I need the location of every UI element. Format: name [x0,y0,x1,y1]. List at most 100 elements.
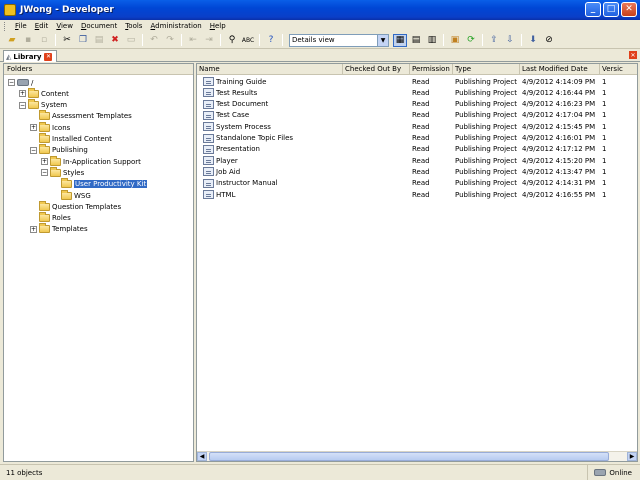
tree-item[interactable]: Question Templates [30,200,121,212]
tree-item[interactable]: − / [8,77,33,88]
table-row[interactable]: Test Results Read Publishing Project 4/9/20… [197,87,637,98]
split-horizontal-icon[interactable]: ▤ [409,34,423,47]
table-row[interactable]: System Process Read Publishing Project 4/9/… [197,121,637,132]
expand-icon[interactable]: + [19,90,26,98]
window-title: JWong - Developer [20,5,114,15]
tree-item[interactable]: User Productivity Kit [52,178,148,190]
menu-file[interactable]: File [11,22,31,30]
column-header[interactable]: Last Modified Date [520,64,600,75]
toolbar-separator [181,34,182,46]
tab-library[interactable]: ◭ Library ✕ [3,50,57,62]
blank-icon[interactable]: ▫ [37,34,51,47]
spellcheck-icon[interactable]: ABC [241,34,255,47]
view-select[interactable]: Details view ▼ [289,33,389,47]
table-cell: Read [412,99,453,110]
tree-item[interactable]: Roles [30,212,71,224]
cell-text: Publishing Project [455,100,517,109]
copy-icon[interactable]: ❐ [76,34,90,47]
expand-icon[interactable]: + [30,124,37,132]
table-row[interactable]: Standalone Topic Files Read Publishing Pro… [197,133,637,144]
find-icon[interactable]: ⚲ [225,34,239,47]
column-header[interactable]: Versic [600,64,637,75]
check-out-icon[interactable]: ⇪ [487,34,501,47]
paste-icon[interactable]: ▤ [92,34,106,47]
folder-icon [61,178,72,189]
expand-icon[interactable]: + [41,158,48,166]
scroll-left-icon[interactable]: ◀ [197,452,207,461]
table-row[interactable]: Player Read Publishing Project 4/9/2012 4:1… [197,155,637,166]
refresh-icon[interactable]: ⟳ [464,34,478,47]
column-header[interactable]: Permission [410,64,453,75]
collapse-icon[interactable]: − [19,101,26,109]
scroll-thumb[interactable] [209,452,609,461]
open-folder-icon[interactable]: ▰ [5,34,19,47]
tab-close-icon[interactable]: ✕ [44,52,53,61]
redo-icon[interactable]: ↷ [163,34,177,47]
collapse-icon[interactable]: − [8,79,15,86]
table-row[interactable]: Presentation Read Publishing Project 4/9/20… [197,144,637,155]
split-vertical-icon[interactable]: ▥ [425,34,439,47]
menu-bar: File Edit View Document Tools Administration H… [0,20,640,32]
folder-icon [28,99,39,110]
table-cell [345,99,410,110]
menu-view[interactable]: View [52,22,77,30]
menu-document[interactable]: Document [77,22,121,30]
delete-icon[interactable]: ✖ [108,34,122,47]
cell-text: Read [412,111,430,120]
column-header[interactable]: Type [453,64,520,75]
rename-icon[interactable]: ▭ [124,34,138,47]
menu-edit[interactable]: Edit [31,22,53,30]
table-row[interactable]: Test Case Read Publishing Project 4/9/2012 … [197,110,637,121]
scroll-right-icon[interactable]: ▶ [627,452,637,461]
cell-text: Standalone Topic Files [216,134,294,142]
close-all-tabs-icon[interactable]: ✕ [629,51,637,59]
tree-item[interactable]: Assessment Templates [30,110,132,122]
collapse-icon[interactable]: − [41,169,48,177]
column-header[interactable]: Checked Out By [343,64,410,75]
menu-tools[interactable]: Tools [121,22,146,30]
collapse-icon[interactable]: − [30,146,37,154]
table-cell [345,144,410,155]
tree-item[interactable]: − Styles [41,166,84,178]
folder-icon [61,189,72,200]
cell-text: Read [412,145,430,154]
table-row[interactable]: Instructor Manual Read Publishing Project 4… [197,178,637,189]
tree-item[interactable]: − System [19,99,67,111]
tree-item[interactable]: + Icons [30,121,70,133]
minimize-button[interactable]: _ [585,2,601,17]
tree-item[interactable]: − Publishing [30,144,88,156]
check-in-icon[interactable]: ⇩ [503,34,517,47]
table-cell: 1 [602,166,637,177]
tree-item[interactable]: + In-Application Support [41,155,141,167]
table-row[interactable]: Test Document Read Publishing Project 4/9/2… [197,99,637,110]
indent-icon[interactable]: ⇥ [202,34,216,47]
menu-help[interactable]: Help [206,22,230,30]
tree-item-label: / [31,78,34,87]
toolbar-separator [55,34,56,46]
menu-administration[interactable]: Administration [146,22,205,30]
get-icon[interactable]: ⬇ [526,34,540,47]
properties-icon[interactable]: ▣ [448,34,462,47]
table-row[interactable]: HTML Read Publishing Project 4/9/2012 4:16:… [197,189,637,200]
cut-icon[interactable]: ✂ [60,34,74,47]
help-icon[interactable]: ? [264,34,278,47]
table-cell: 4/9/2012 4:14:09 PM [522,76,600,87]
tree-item[interactable]: + Templates [30,223,88,235]
save-icon[interactable]: ▪ [21,34,35,47]
outdent-icon[interactable]: ⇤ [186,34,200,47]
table-row[interactable]: Job Aid Read Publishing Project 4/9/2012 4:… [197,166,637,177]
details-view-icon[interactable]: ▦ [393,33,407,47]
tree-item[interactable]: Installed Content [30,133,112,145]
tree-item[interactable]: + Content [19,87,69,99]
horizontal-scrollbar[interactable]: ◀ ▶ [197,451,637,461]
close-button[interactable]: ✕ [621,2,637,17]
expand-icon[interactable]: + [30,225,37,233]
maximize-button[interactable]: □ [603,2,619,17]
cell-text: 1 [602,156,607,165]
undo-icon[interactable]: ↶ [147,34,161,47]
table-row[interactable]: Training Guide Read Publishing Project 4/9/… [197,76,637,87]
tree-item[interactable]: WSG [52,189,91,201]
cancel-checkout-icon[interactable]: ⊘ [542,34,556,47]
chevron-down-icon[interactable]: ▼ [377,34,388,46]
column-header[interactable]: Name [197,64,343,75]
